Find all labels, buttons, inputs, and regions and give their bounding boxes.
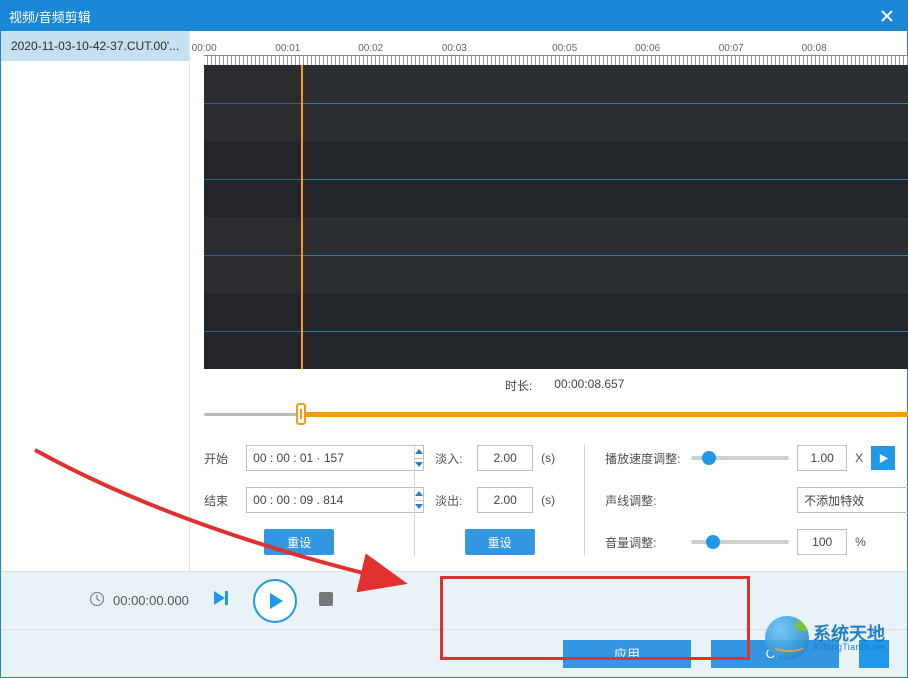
voice-effect-select[interactable]: 不添加特效 (797, 487, 908, 513)
fadein-input[interactable] (477, 445, 533, 471)
ok-button[interactable]: OK (711, 640, 839, 668)
fadeout-unit: (s) (541, 493, 555, 507)
footer-bar: 应用 OK (1, 629, 907, 677)
range-handle-start[interactable] (296, 403, 306, 425)
start-label: 开始 (204, 450, 238, 467)
close-icon[interactable] (875, 4, 899, 28)
titlebar: 视频/音频剪辑 (1, 1, 907, 31)
range-slider[interactable] (204, 400, 908, 428)
duration-value: 00:00:08.657 (554, 377, 624, 394)
end-label: 结束 (204, 492, 238, 509)
file-item[interactable]: 2020-11-03-10-42-37.CUT.00'... (1, 31, 189, 61)
file-list: 2020-11-03-10-42-37.CUT.00'... (1, 31, 190, 571)
volume-label: 音量调整: (605, 534, 683, 551)
time-ruler: 00:0000:0100:0200:0300:0500:0600:0700:08… (204, 43, 908, 65)
play-button[interactable] (253, 579, 297, 623)
waveform-view[interactable] (204, 65, 908, 369)
voice-label: 声线调整: (605, 492, 683, 509)
volume-slider[interactable] (691, 540, 789, 544)
duration-row: 时长: 00:00:08.657 (204, 369, 908, 398)
transport-bar: 00:00:00.000 (1, 571, 907, 629)
fadein-unit: (s) (541, 451, 555, 465)
reset-trim-button[interactable]: 重设 (264, 529, 334, 555)
transport-time: 00:00:00.000 (113, 593, 189, 608)
speed-preview-play-icon[interactable] (871, 446, 895, 470)
skip-start-icon[interactable] (211, 589, 231, 612)
fadeout-input[interactable] (477, 487, 533, 513)
volume-input[interactable] (797, 529, 847, 555)
speed-slider[interactable] (691, 456, 789, 460)
speed-input[interactable] (797, 445, 847, 471)
start-time-input[interactable] (246, 445, 364, 471)
apply-button[interactable]: 应用 (563, 640, 691, 668)
extra-button[interactable] (859, 640, 889, 668)
editor-window: 视频/音频剪辑 2020-11-03-10-42-37.CUT.00'... 0… (0, 0, 908, 678)
fadein-label: 淡入: (435, 450, 469, 467)
speed-label: 播放速度调整: (605, 450, 683, 467)
speed-unit: X (855, 451, 863, 465)
main-panel: 00:0000:0100:0200:0300:0500:0600:0700:08… (190, 31, 908, 571)
window-title: 视频/音频剪辑 (9, 7, 91, 26)
duration-label: 时长: (505, 377, 532, 394)
fadeout-label: 淡出: (435, 492, 469, 509)
end-time-input[interactable] (246, 487, 364, 513)
volume-unit: % (855, 535, 866, 549)
reset-fade-button[interactable]: 重设 (465, 529, 535, 555)
stop-button[interactable] (319, 592, 337, 610)
clock-icon (89, 591, 105, 610)
